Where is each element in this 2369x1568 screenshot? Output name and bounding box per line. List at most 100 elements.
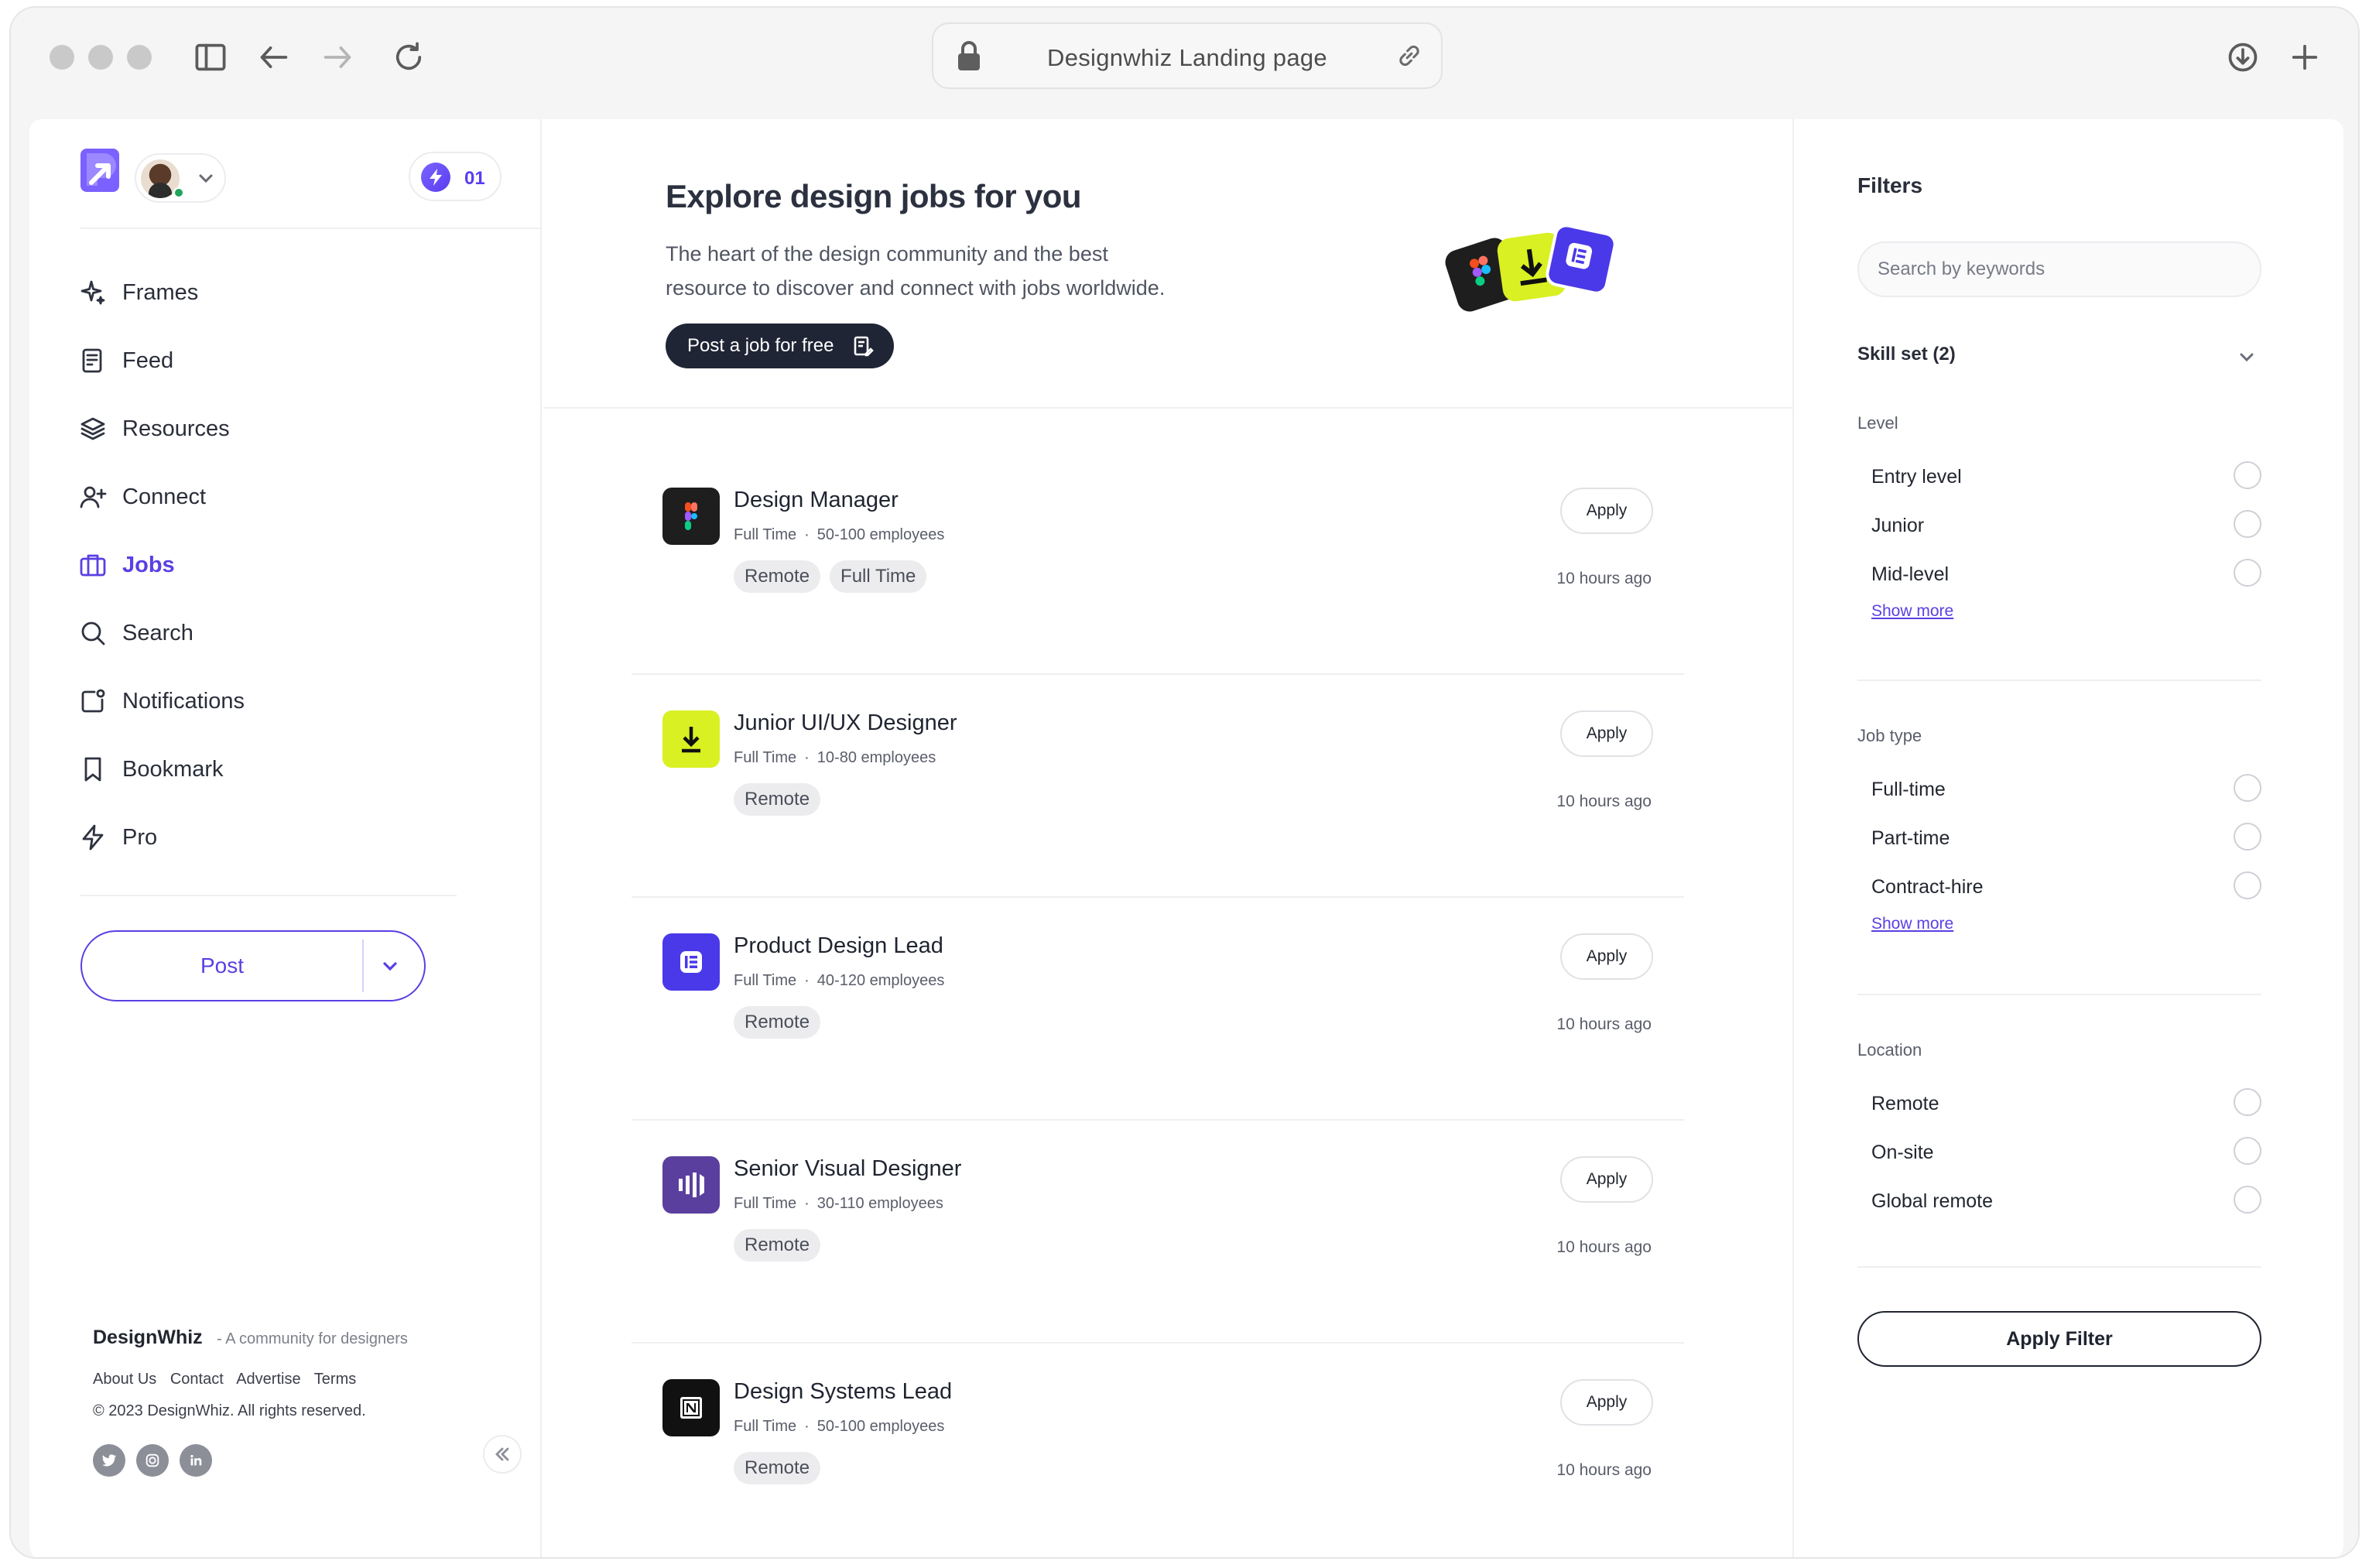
sidebar-item-bookmark[interactable]: Bookmark — [77, 735, 480, 803]
address-bar[interactable]: Designwhiz Landing page — [932, 22, 1443, 89]
radio-button[interactable] — [2234, 1088, 2261, 1116]
radio-button[interactable] — [2234, 823, 2261, 851]
linkedin-icon[interactable] — [180, 1444, 212, 1477]
sidebar-item-label: Resources — [122, 416, 230, 441]
radio-button[interactable] — [2234, 774, 2261, 802]
divider — [80, 228, 542, 229]
job-card[interactable]: Senior Visual Designer Full Time · 30-110 … — [632, 1121, 1684, 1344]
job-card[interactable]: Product Design Lead Full Time · 40-120 emp… — [632, 898, 1684, 1121]
job-tag: Remote — [734, 1229, 821, 1262]
job-title[interactable]: Design Systems Lead — [734, 1379, 952, 1405]
maximize-window-dot[interactable] — [127, 45, 152, 70]
level-heading: Level — [1857, 413, 1898, 433]
job-title[interactable]: Design Manager — [734, 488, 899, 513]
figma-logo-icon — [662, 488, 720, 545]
sidebar-item-notifications[interactable]: Notifications — [77, 667, 480, 735]
sidebar-item-frames[interactable]: Frames — [77, 258, 480, 327]
radio-button[interactable] — [2234, 510, 2261, 538]
hero-subtitle: The heart of the design community and th… — [666, 237, 1254, 305]
footer-link-terms[interactable]: Terms — [314, 1371, 356, 1388]
sidebar-item-label: Pro — [122, 824, 158, 850]
job-tags: Remote — [734, 1006, 830, 1039]
bars-logo-icon — [662, 1156, 720, 1214]
sidebar-item-connect[interactable]: Connect — [77, 463, 480, 531]
job-title[interactable]: Product Design Lead — [734, 933, 943, 959]
footer-link-about[interactable]: About Us — [93, 1371, 156, 1388]
designwhiz-logo-icon[interactable] — [80, 149, 119, 192]
filter-option-junior[interactable]: Junior — [1857, 508, 2261, 557]
footer-link-contact[interactable]: Contact — [170, 1371, 224, 1388]
job-type: Full Time — [734, 1418, 797, 1435]
sidebar-item-feed[interactable]: Feed — [77, 327, 480, 395]
filter-option-full-time[interactable]: Full-time — [1857, 772, 2261, 821]
account-switcher[interactable] — [135, 153, 226, 203]
radio-button[interactable] — [2234, 1137, 2261, 1165]
footer-link-advertise[interactable]: Advertise — [236, 1371, 300, 1388]
filter-option-entry-level[interactable]: Entry level — [1857, 460, 2261, 508]
sidebar-item-search[interactable]: Search — [77, 599, 480, 667]
download-icon[interactable] — [2224, 39, 2261, 76]
chevrons-left-icon — [495, 1447, 509, 1461]
job-card[interactable]: Junior UI/UX Designer Full Time · 10-80 em… — [632, 675, 1684, 898]
filters-panel: Filters Skill set (2) Level Entry level … — [1792, 119, 2343, 1557]
apply-button[interactable]: Apply — [1560, 488, 1653, 534]
post-button[interactable]: Post — [80, 930, 426, 1001]
apply-button[interactable]: Apply — [1560, 1379, 1653, 1426]
job-card[interactable]: Design Manager Full Time · 50-100 employee… — [632, 452, 1684, 675]
radio-button[interactable] — [2234, 871, 2261, 899]
apply-button[interactable]: Apply — [1560, 710, 1653, 757]
twitter-icon[interactable] — [93, 1444, 125, 1477]
posted-time: 10 hours ago — [1556, 1238, 1652, 1256]
radio-button[interactable] — [2234, 461, 2261, 489]
keyword-search-input[interactable] — [1857, 241, 2261, 297]
footer-links: About Us Contact Advertise Terms — [93, 1371, 526, 1388]
job-tag: Full Time — [830, 560, 927, 593]
filter-option-contract-hire[interactable]: Contract-hire — [1857, 870, 2261, 919]
credits-badge[interactable]: 01 — [409, 152, 502, 201]
social-links — [93, 1444, 223, 1477]
close-window-dot[interactable] — [50, 45, 74, 70]
job-tag: Remote — [734, 560, 821, 593]
forward-arrow-icon[interactable] — [319, 39, 356, 76]
divider — [1857, 680, 2261, 681]
sidebar-toggle-icon[interactable] — [192, 39, 229, 76]
job-type-filter-group: Job type Full-time Part-time Contract-hi… — [1857, 726, 2261, 933]
instagram-icon[interactable] — [136, 1444, 169, 1477]
radio-button[interactable] — [2234, 559, 2261, 587]
sidebar-item-pro[interactable]: Pro — [77, 803, 480, 871]
job-tags: Remote — [734, 1452, 830, 1484]
sidebar-item-jobs[interactable]: Jobs — [77, 531, 480, 599]
company-size: 10-80 employees — [816, 749, 936, 766]
collapse-sidebar-button[interactable] — [483, 1435, 522, 1474]
apply-filter-button[interactable]: Apply Filter — [1857, 1311, 2261, 1367]
filter-option-global-remote[interactable]: Global remote — [1857, 1184, 2261, 1233]
apply-button[interactable]: Apply — [1560, 1156, 1653, 1203]
filter-option-on-site[interactable]: On-site — [1857, 1135, 2261, 1184]
apply-button[interactable]: Apply — [1560, 933, 1653, 980]
hero-subtitle-line: The heart of the design community and th… — [666, 242, 1108, 265]
browser-window: Designwhiz Landing page 01 Frames Feed R… — [9, 6, 2360, 1559]
skill-set-dropdown[interactable]: Skill set (2) — [1857, 344, 2261, 375]
sidebar-item-resources[interactable]: Resources — [77, 395, 480, 463]
job-title[interactable]: Junior UI/UX Designer — [734, 710, 957, 736]
new-tab-icon[interactable] — [2286, 39, 2323, 76]
minimize-window-dot[interactable] — [88, 45, 113, 70]
filter-option-part-time[interactable]: Part-time — [1857, 821, 2261, 870]
radio-button[interactable] — [2234, 1186, 2261, 1214]
link-icon[interactable] — [1395, 41, 1426, 72]
post-job-button[interactable]: Post a job for free — [666, 324, 895, 368]
option-label: Junior — [1871, 515, 1925, 536]
reload-icon[interactable] — [390, 39, 427, 76]
layers-icon — [77, 413, 108, 444]
back-arrow-icon[interactable] — [255, 39, 293, 76]
filter-option-mid-level[interactable]: Mid-level — [1857, 557, 2261, 606]
filter-option-remote[interactable]: Remote — [1857, 1087, 2261, 1135]
sidebar-item-label: Search — [122, 620, 193, 645]
job-title[interactable]: Senior Visual Designer — [734, 1156, 961, 1182]
job-type: Full Time — [734, 1195, 797, 1212]
main-content: Explore design jobs for you The heart of… — [543, 119, 1792, 1557]
divider — [80, 895, 457, 896]
chevron-down-icon[interactable] — [362, 940, 416, 992]
company-size: 30-110 employees — [816, 1195, 943, 1212]
job-card[interactable]: Design Systems Lead Full Time · 50-100 emp… — [632, 1344, 1684, 1557]
